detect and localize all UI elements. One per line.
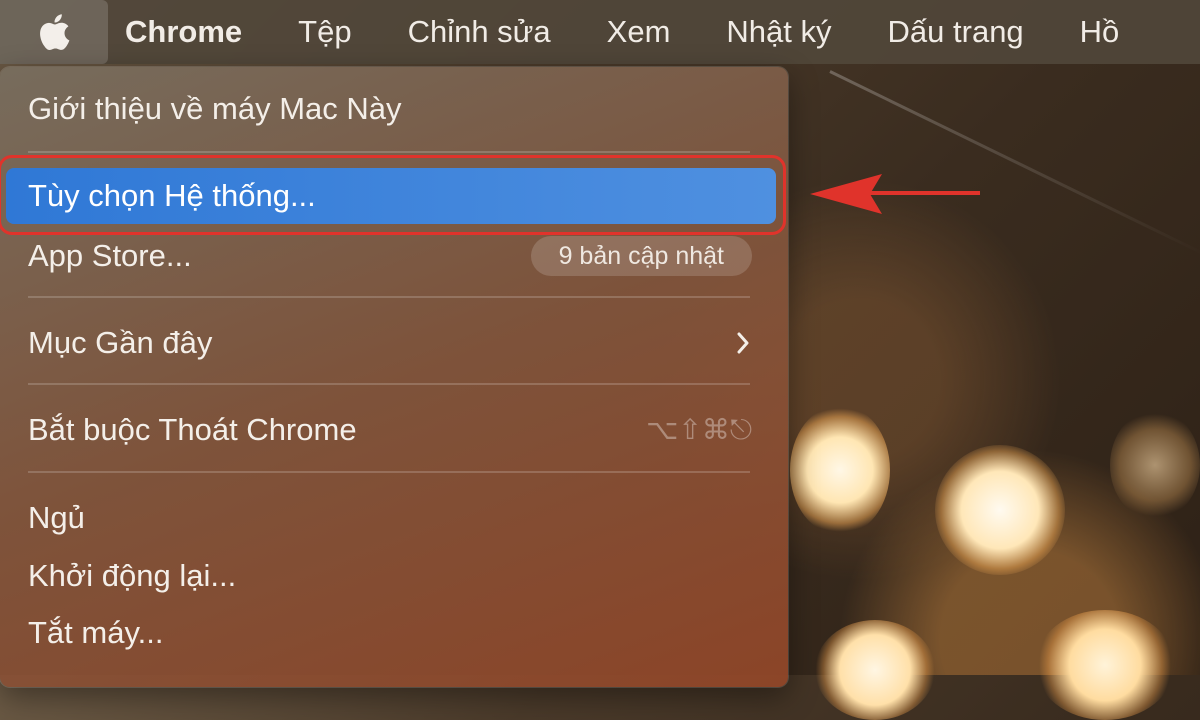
- menu-separator: [28, 471, 750, 473]
- menubar-item-view[interactable]: Xem: [607, 0, 671, 64]
- menu-item-label: Tắt máy...: [28, 615, 164, 650]
- menu-item-label: Giới thiệu về máy Mac Này: [28, 91, 402, 126]
- annotation-arrow-icon: [810, 174, 980, 214]
- menu-bar: Chrome Tệp Chỉnh sửa Xem Nhật ký Dấu tra…: [0, 0, 1200, 64]
- menu-item-recent-items[interactable]: Mục Gần đây: [0, 315, 788, 371]
- update-count-badge: 9 bản cập nhật: [530, 236, 752, 276]
- bokeh-light: [1110, 410, 1200, 520]
- menubar-item-bookmarks[interactable]: Dấu trang: [888, 0, 1024, 64]
- menubar-item-file[interactable]: Tệp: [298, 0, 351, 64]
- menu-item-restart[interactable]: Khởi động lại...: [0, 548, 788, 604]
- menu-item-force-quit[interactable]: Bắt buộc Thoát Chrome ⌥⇧⌘⎋: [0, 402, 788, 458]
- menu-separator: [28, 296, 750, 298]
- bokeh-light: [935, 445, 1065, 575]
- keyboard-shortcut: ⌥⇧⌘⎋: [646, 413, 752, 446]
- menu-item-app-store[interactable]: App Store... 9 bản cập nhật: [0, 228, 788, 284]
- menubar-item-edit[interactable]: Chỉnh sửa: [408, 0, 551, 64]
- annotation-highlight-box: [0, 155, 786, 235]
- menu-item-about-this-mac[interactable]: Giới thiệu về máy Mac Này: [0, 81, 788, 137]
- menubar-item-chrome[interactable]: Chrome: [125, 0, 242, 64]
- menu-item-label: App Store...: [28, 238, 192, 273]
- menu-separator: [28, 383, 750, 385]
- menubar-item-history[interactable]: Nhật ký: [726, 0, 831, 64]
- light-ray: [829, 70, 1200, 257]
- apple-menu-button[interactable]: [0, 0, 108, 64]
- menu-item-label: Bắt buộc Thoát Chrome: [28, 412, 357, 447]
- bokeh-light: [790, 405, 890, 535]
- menu-separator: [28, 151, 750, 153]
- chevron-right-icon: [737, 332, 749, 354]
- menu-item-label: Ngủ: [28, 500, 85, 535]
- menu-item-sleep[interactable]: Ngủ: [0, 490, 788, 546]
- apple-logo-icon: [40, 14, 70, 51]
- menu-item-label: Khởi động lại...: [28, 558, 237, 593]
- bokeh-light: [815, 620, 935, 720]
- bokeh-light: [1035, 610, 1175, 720]
- menubar-item-profiles[interactable]: Hồ: [1080, 0, 1120, 64]
- menu-item-shutdown[interactable]: Tắt máy...: [0, 605, 788, 661]
- menu-item-label: Mục Gần đây: [28, 325, 213, 360]
